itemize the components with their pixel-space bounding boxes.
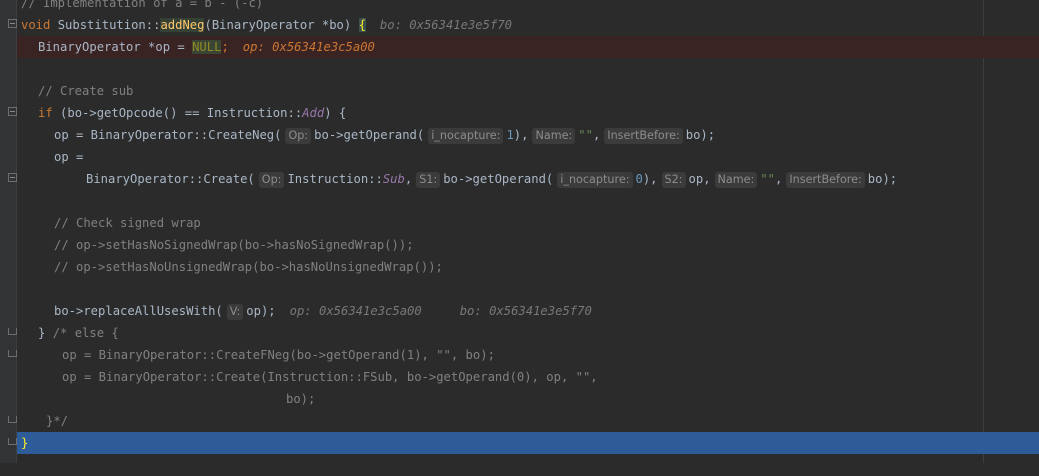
debug-inline-value: op: 0x56341e3c5a00 — [242, 40, 375, 54]
open-brace: { — [358, 18, 366, 32]
close-brace: } — [21, 436, 29, 450]
code-text: bo); — [685, 128, 716, 142]
parameter-hint: InsertBefore: — [604, 128, 683, 144]
parameter-hint: InsertBefore: — [786, 172, 865, 188]
code-text: (bo->getOpcode() == Instruction:: — [52, 106, 303, 120]
parameter-hint: Name: — [714, 172, 758, 188]
code-text: ), — [642, 172, 658, 186]
code-text: op = — [54, 150, 84, 164]
parameter-hint: V: — [226, 304, 244, 320]
code-line[interactable]: // Check signed wrap — [17, 212, 1039, 234]
code-text: bo->getOperand( — [314, 128, 425, 142]
comment: // op->setHasNoUnsignedWrap(bo->hasNoUns… — [54, 260, 443, 274]
semicolon: ; — [221, 40, 229, 54]
statement: BinaryOperator::Create(Op: Instruction::S… — [86, 168, 897, 190]
scope-separator: :: — [145, 18, 161, 32]
code-text: BinaryOperator *op = — [38, 40, 193, 54]
debug-inline-value: bo: 0x56341e3e5f70 — [459, 304, 592, 318]
statement: bo->replaceAllUsesWith(V: op); op: 0x56341… — [54, 300, 592, 322]
fold-end-icon[interactable] — [8, 328, 17, 335]
function-signature: void Substitution::addNeg(BinaryOperator… — [21, 14, 512, 36]
code-line[interactable]: op = — [17, 146, 1039, 168]
fold-toggle-icon[interactable] — [8, 19, 17, 28]
number-literal: 0 — [635, 172, 643, 186]
if-statement: if (bo->getOpcode() == Instruction::Add)… — [38, 102, 346, 124]
number-literal: 1 — [506, 128, 514, 142]
code-line[interactable]: op = BinaryOperator::Create(Instruction:… — [17, 366, 1039, 388]
debug-inline-value: op: 0x56341e3c5a00 — [289, 304, 422, 318]
fold-end-icon[interactable] — [8, 416, 17, 423]
code-line-breakpoint[interactable]: BinaryOperator *op = NULL; op: 0x56341e3c… — [17, 36, 1039, 58]
parameter-hint: i_nocapture: — [428, 128, 504, 144]
declaration: BinaryOperator *op = NULL; op: 0x56341e3c… — [38, 36, 375, 58]
code-line[interactable]: op = BinaryOperator::CreateFNeg(bo->getO… — [17, 344, 1039, 366]
code-line[interactable]: // op->setHasNoSignedWrap(bo->hasNoSigne… — [17, 234, 1039, 256]
keyword: void — [21, 18, 51, 32]
comment: /* else { — [52, 326, 119, 340]
fold-end-icon[interactable] — [8, 438, 17, 445]
code-line[interactable]: // op->setHasNoUnsignedWrap(bo->hasNoUns… — [17, 256, 1039, 278]
code-line[interactable]: op = BinaryOperator::CreateNeg(Op: bo->ge… — [17, 124, 1039, 146]
code-text: ) { — [324, 106, 347, 120]
code-text: op, — [688, 172, 711, 186]
parameter-hint: S2: — [661, 172, 686, 188]
comment: // Implementation of a = b - (-c) — [21, 0, 264, 10]
code-line[interactable]: bo->replaceAllUsesWith(V: op); op: 0x56341… — [17, 300, 1039, 322]
string-literal: "" — [760, 172, 776, 186]
close-brace: } — [38, 326, 53, 340]
fold-toggle-icon[interactable] — [8, 173, 17, 182]
code-text: bo); — [867, 172, 898, 186]
code-line[interactable]: // Create sub — [17, 80, 1039, 102]
fold-toggle-icon[interactable] — [8, 107, 17, 116]
code-text: , — [404, 172, 413, 186]
code-line[interactable]: if (bo->getOpcode() == Instruction::Add)… — [17, 102, 1039, 124]
string-literal: "" — [578, 128, 593, 142]
code-text: op = BinaryOperator::CreateNeg( — [54, 128, 282, 142]
code-line[interactable]: } /* else { — [17, 322, 1039, 344]
code-text: ), — [513, 128, 529, 142]
comment: bo); — [286, 392, 316, 406]
code-text: bo->getOperand( — [443, 172, 554, 186]
parameter-hint: i_nocapture: — [557, 172, 633, 188]
comment: op = BinaryOperator::CreateFNeg(bo->getO… — [62, 348, 495, 362]
code-line[interactable]: // Implementation of a = b - (-c) — [17, 0, 1039, 14]
class-name: Substitution — [57, 18, 146, 32]
parameter-hint: Op: — [258, 172, 285, 188]
code-line[interactable]: }*/ — [17, 410, 1039, 432]
code-text: BinaryOperator::Create( — [86, 172, 255, 186]
parameter-hint: S1: — [416, 172, 441, 188]
null-macro: NULL — [192, 40, 222, 54]
editor-gutter[interactable] — [0, 0, 16, 463]
enum-value: Sub — [382, 172, 405, 186]
enum-value: Add — [302, 106, 325, 120]
comment: // Check signed wrap — [54, 216, 201, 230]
keyword: if — [38, 106, 53, 120]
else-block: } /* else { — [38, 322, 119, 344]
code-line[interactable]: bo); — [17, 388, 1039, 410]
function-name: addNeg — [160, 18, 205, 32]
parameter-hint: Name: — [532, 128, 576, 144]
comment: // Create sub — [38, 84, 134, 98]
fold-end-icon[interactable] — [8, 350, 17, 357]
parameter-hint: Op: — [285, 128, 312, 144]
code-text: , — [775, 172, 783, 186]
code-line[interactable]: void Substitution::addNeg(BinaryOperator… — [17, 14, 1039, 36]
code-line-current-execution[interactable]: } — [17, 432, 1039, 454]
code-line[interactable]: BinaryOperator::Create(Op: Instruction::S… — [17, 168, 1039, 190]
comment: op = BinaryOperator::Create(Instruction:… — [62, 370, 598, 384]
code-text: op); — [246, 304, 276, 318]
comment: }*/ — [46, 414, 69, 428]
code-text: bo->replaceAllUsesWith( — [54, 304, 223, 318]
parameters: (BinaryOperator *bo) — [204, 18, 359, 32]
code-text: , — [592, 128, 601, 142]
comment: // op->setHasNoSignedWrap(bo->hasNoSigne… — [54, 238, 414, 252]
code-text: Instruction:: — [287, 172, 383, 186]
debug-inline-value: bo: 0x56341e3e5f70 — [379, 18, 512, 32]
statement: op = BinaryOperator::CreateNeg(Op: bo->ge… — [54, 124, 715, 146]
